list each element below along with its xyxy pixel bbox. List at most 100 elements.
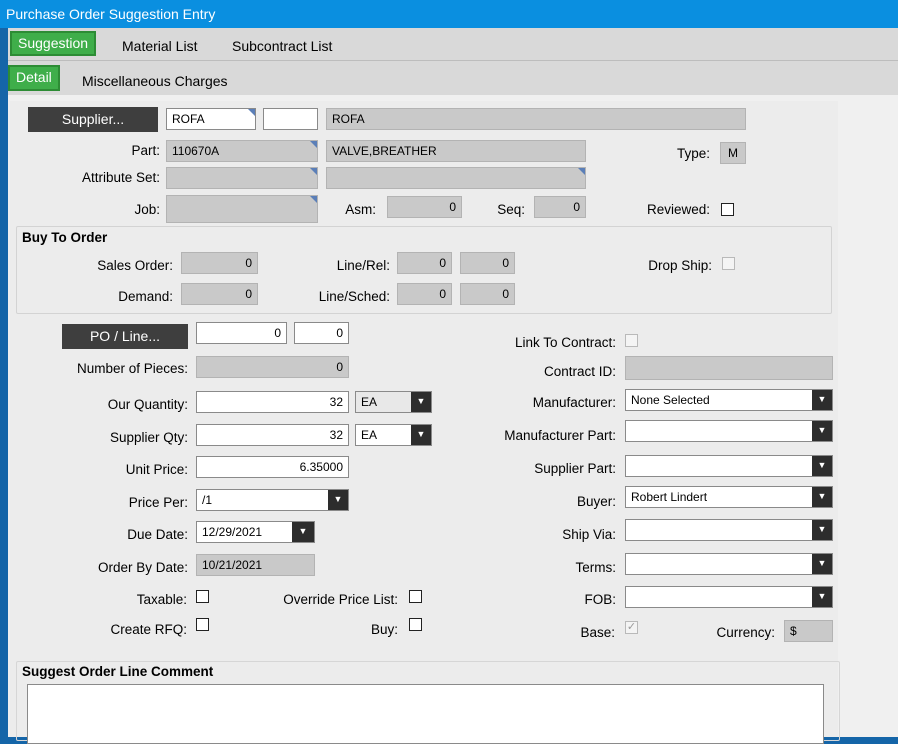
- tab-subcontract-list[interactable]: Subcontract List: [232, 38, 332, 54]
- unit-price-field[interactable]: 6.35000: [196, 456, 349, 478]
- supplier-part-select[interactable]: ▼: [625, 455, 833, 477]
- line-text: 0: [439, 256, 446, 270]
- supplier-id-field[interactable]: ROFA: [166, 108, 256, 130]
- supplier-button[interactable]: Supplier...: [28, 107, 158, 132]
- link-to-contract-checkbox: [625, 334, 638, 347]
- type-field: M: [720, 142, 746, 164]
- rel-field: 0: [460, 252, 515, 274]
- currency-label: Currency:: [716, 625, 775, 640]
- reviewed-label: Reviewed:: [646, 202, 710, 217]
- our-quantity-uom-text: EA: [361, 395, 378, 409]
- right-margin: [838, 101, 898, 737]
- chevron-down-icon[interactable]: ▼: [812, 421, 832, 441]
- our-quantity-uom-select[interactable]: EA ▼: [355, 391, 432, 413]
- type-text: M: [728, 146, 738, 160]
- po-line-field[interactable]: 0: [294, 322, 349, 344]
- job-field[interactable]: [166, 195, 318, 223]
- sub-tab-strip: Detail Miscellaneous Charges: [8, 61, 898, 95]
- supplier-qty-label: Supplier Qty:: [109, 430, 188, 445]
- number-of-pieces-field: 0: [196, 356, 349, 378]
- chevron-down-icon[interactable]: ▼: [411, 392, 431, 412]
- our-quantity-text: 32: [329, 395, 343, 409]
- sales-order-label: Sales Order:: [97, 258, 173, 273]
- po-number-field[interactable]: 0: [196, 322, 287, 344]
- supplier-qty-uom-select[interactable]: EA ▼: [355, 424, 432, 446]
- manufacturer-part-select[interactable]: ▼: [625, 420, 833, 442]
- sched-line-text: 0: [439, 287, 446, 301]
- check-icon: ✓: [626, 621, 637, 633]
- attribute-set-field[interactable]: [166, 167, 318, 189]
- ship-via-select[interactable]: ▼: [625, 519, 833, 541]
- order-by-date-text: 10/21/2021: [202, 558, 263, 572]
- manufacturer-select[interactable]: None Selected ▼: [625, 389, 833, 411]
- ship-via-label: Ship Via:: [562, 527, 616, 542]
- override-price-list-checkbox[interactable]: [409, 590, 422, 603]
- chevron-down-icon[interactable]: ▼: [328, 490, 348, 510]
- tab-miscellaneous-charges[interactable]: Miscellaneous Charges: [82, 73, 228, 89]
- supplier-qty-uom-text: EA: [361, 428, 378, 442]
- tab-detail[interactable]: Detail: [8, 65, 60, 91]
- sched-line-field: 0: [397, 283, 452, 305]
- supplier-qty-text: 32: [329, 428, 343, 442]
- buy-to-order-title: Buy To Order: [22, 230, 108, 245]
- reviewed-checkbox[interactable]: [721, 203, 734, 216]
- type-label: Type:: [676, 146, 710, 161]
- window-title: Purchase Order Suggestion Entry: [6, 6, 216, 22]
- rel-text: 0: [502, 256, 509, 270]
- part-field[interactable]: 110670A: [166, 140, 318, 162]
- price-per-select[interactable]: /1 ▼: [196, 489, 349, 511]
- contract-id-label: Contract ID:: [543, 364, 616, 379]
- tab-material-list[interactable]: Material List: [122, 38, 197, 54]
- search-corner-icon: [248, 109, 255, 116]
- supplier-qty-field[interactable]: 32: [196, 424, 349, 446]
- create-rfq-checkbox[interactable]: [196, 618, 209, 631]
- supplier-extra-field[interactable]: [263, 108, 318, 130]
- due-date-label: Due Date:: [127, 527, 188, 542]
- contract-id-field: [625, 356, 833, 380]
- buyer-select[interactable]: Robert Lindert ▼: [625, 486, 833, 508]
- price-per-label: Price Per:: [128, 495, 188, 510]
- number-of-pieces-label: Number of Pieces:: [76, 361, 188, 376]
- order-by-date-label: Order By Date:: [97, 560, 188, 575]
- base-label: Base:: [580, 625, 615, 640]
- po-line-button[interactable]: PO / Line...: [62, 324, 188, 349]
- chevron-down-icon[interactable]: ▼: [812, 587, 832, 607]
- tab-suggestion[interactable]: Suggestion: [10, 31, 97, 56]
- line-field: 0: [397, 252, 452, 274]
- drop-ship-checkbox: [722, 257, 735, 270]
- terms-select[interactable]: ▼: [625, 553, 833, 575]
- buy-label: Buy:: [370, 622, 398, 637]
- price-per-text: /1: [202, 493, 213, 507]
- seq-label: Seq:: [497, 202, 525, 217]
- part-description-text: VALVE,BREATHER: [332, 144, 437, 158]
- comment-title: Suggest Order Line Comment: [22, 664, 214, 679]
- asm-field: 0: [387, 196, 462, 218]
- chevron-down-icon[interactable]: ▼: [812, 554, 832, 574]
- chevron-down-icon[interactable]: ▼: [812, 456, 832, 476]
- taxable-checkbox[interactable]: [196, 590, 209, 603]
- seq-field: 0: [534, 196, 586, 218]
- chevron-down-icon[interactable]: ▼: [812, 390, 832, 410]
- due-date-field[interactable]: 12/29/2021 ▼: [196, 521, 315, 543]
- fob-select[interactable]: ▼: [625, 586, 833, 608]
- job-label: Job:: [134, 202, 160, 217]
- supplier-name-text: ROFA: [332, 112, 365, 126]
- our-quantity-field[interactable]: 32: [196, 391, 349, 413]
- asm-text: 0: [449, 200, 456, 214]
- chevron-down-icon[interactable]: ▼: [411, 425, 431, 445]
- base-checkbox: ✓: [625, 621, 638, 634]
- search-corner-icon: [578, 168, 585, 175]
- search-corner-icon: [310, 168, 317, 175]
- part-description-field: VALVE,BREATHER: [326, 140, 586, 162]
- po-line-text: 0: [336, 326, 343, 340]
- chevron-down-icon[interactable]: ▼: [812, 520, 832, 540]
- unit-price-label: Unit Price:: [125, 462, 188, 477]
- comment-textarea[interactable]: [27, 684, 824, 744]
- manufacturer-part-label: Manufacturer Part:: [504, 428, 616, 443]
- search-corner-icon: [310, 196, 317, 203]
- buyer-text: Robert Lindert: [631, 490, 708, 504]
- calendar-dropdown-icon[interactable]: ▼: [292, 522, 314, 542]
- buy-checkbox[interactable]: [409, 618, 422, 631]
- drop-ship-label: Drop Ship:: [648, 258, 712, 273]
- chevron-down-icon[interactable]: ▼: [812, 487, 832, 507]
